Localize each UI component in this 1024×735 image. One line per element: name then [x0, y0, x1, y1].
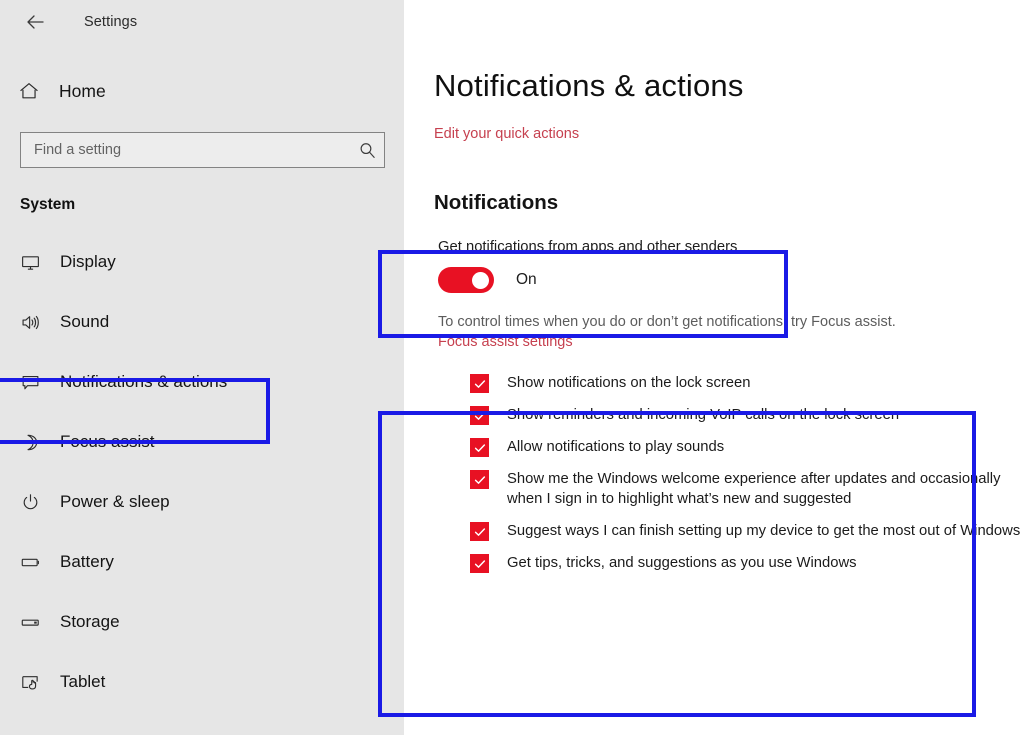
- battery-icon: [20, 552, 46, 573]
- toggle-knob: [472, 272, 489, 289]
- checkbox-row[interactable]: Get tips, tricks, and suggestions as you…: [470, 553, 1024, 573]
- sidebar-item-notifications-actions[interactable]: Notifications & actions: [0, 352, 404, 412]
- focus-assist-settings-link[interactable]: Focus assist settings: [434, 334, 573, 350]
- checkbox-label: Show notifications on the lock screen: [507, 373, 750, 393]
- sidebar-item-label: Battery: [60, 552, 114, 572]
- chat-bubble-icon: [20, 372, 46, 393]
- sidebar-nav-list: Display Sound: [0, 232, 404, 712]
- sidebar-item-label: Focus assist: [60, 432, 154, 452]
- edit-quick-actions-link[interactable]: Edit your quick actions: [434, 126, 579, 142]
- sidebar-item-home[interactable]: Home: [0, 68, 404, 114]
- titlebar: Settings: [0, 0, 404, 44]
- checkbox-play-sounds[interactable]: [470, 438, 489, 457]
- sidebar-item-tablet[interactable]: Tablet: [0, 652, 404, 712]
- master-notifications-toggle: Get notifications from apps and other se…: [434, 239, 1024, 293]
- checkbox-label: Get tips, tricks, and suggestions as you…: [507, 553, 857, 573]
- checkbox-welcome-experience[interactable]: [470, 470, 489, 489]
- checkbox-lock-screen-notifications[interactable]: [470, 374, 489, 393]
- sidebar-item-label-home: Home: [59, 81, 106, 102]
- sidebar-item-display[interactable]: Display: [0, 232, 404, 292]
- checkbox-label: Show me the Windows welcome experience a…: [507, 469, 1024, 509]
- checkbox-tips-tricks[interactable]: [470, 554, 489, 573]
- checkbox-reminders-voip[interactable]: [470, 406, 489, 425]
- sidebar-item-storage[interactable]: Storage: [0, 592, 404, 652]
- sidebar-item-sound[interactable]: Sound: [0, 292, 404, 352]
- master-toggle-row: On: [438, 267, 1024, 293]
- window-title: Settings: [84, 14, 137, 30]
- sidebar-item-battery[interactable]: Battery: [0, 532, 404, 592]
- monitor-icon: [20, 252, 46, 273]
- sidebar-item-label: Display: [60, 252, 116, 272]
- settings-window: Settings Home System: [0, 0, 1024, 735]
- sidebar-item-label: Tablet: [60, 672, 105, 692]
- moon-icon: [20, 432, 46, 453]
- speaker-icon: [20, 312, 46, 333]
- home-icon: [18, 80, 48, 102]
- sidebar-item-label: Storage: [60, 612, 120, 632]
- sidebar-item-label: Power & sleep: [60, 492, 170, 512]
- sidebar-item-label: Notifications & actions: [60, 372, 227, 392]
- focus-assist-hint: To control times when you do or don’t ge…: [434, 314, 1024, 330]
- sidebar-item-focus-assist[interactable]: Focus assist: [0, 412, 404, 472]
- content-pane: Notifications & actions Edit your quick …: [404, 0, 1024, 735]
- master-toggle-state: On: [516, 271, 537, 289]
- sidebar: Settings Home System: [0, 0, 404, 735]
- checkbox-row[interactable]: Allow notifications to play sounds: [470, 437, 1024, 457]
- master-toggle-switch[interactable]: [438, 267, 494, 293]
- notification-checkbox-list: Show notifications on the lock screen Sh…: [434, 373, 1024, 573]
- checkbox-row[interactable]: Show notifications on the lock screen: [470, 373, 1024, 393]
- tablet-hand-icon: [20, 672, 46, 693]
- master-toggle-label: Get notifications from apps and other se…: [438, 239, 1024, 255]
- sidebar-item-label: Sound: [60, 312, 109, 332]
- checkbox-row[interactable]: Suggest ways I can finish setting up my …: [470, 521, 1024, 541]
- checkbox-row[interactable]: Show reminders and incoming VoIP calls o…: [470, 405, 1024, 425]
- search-box[interactable]: [20, 132, 385, 168]
- drive-icon: [20, 612, 46, 633]
- search-input[interactable]: [21, 142, 350, 158]
- checkbox-label: Allow notifications to play sounds: [507, 437, 724, 457]
- checkbox-suggest-setup[interactable]: [470, 522, 489, 541]
- page-title: Notifications & actions: [434, 68, 1024, 104]
- checkbox-label: Show reminders and incoming VoIP calls o…: [507, 405, 899, 425]
- notifications-heading: Notifications: [434, 191, 1024, 215]
- sidebar-section-title: System: [0, 196, 404, 214]
- back-arrow-icon[interactable]: [20, 7, 50, 37]
- search-icon[interactable]: [350, 141, 384, 160]
- sidebar-item-power-sleep[interactable]: Power & sleep: [0, 472, 404, 532]
- checkbox-row[interactable]: Show me the Windows welcome experience a…: [470, 469, 1024, 509]
- power-icon: [20, 492, 46, 513]
- checkbox-label: Suggest ways I can finish setting up my …: [507, 521, 1020, 541]
